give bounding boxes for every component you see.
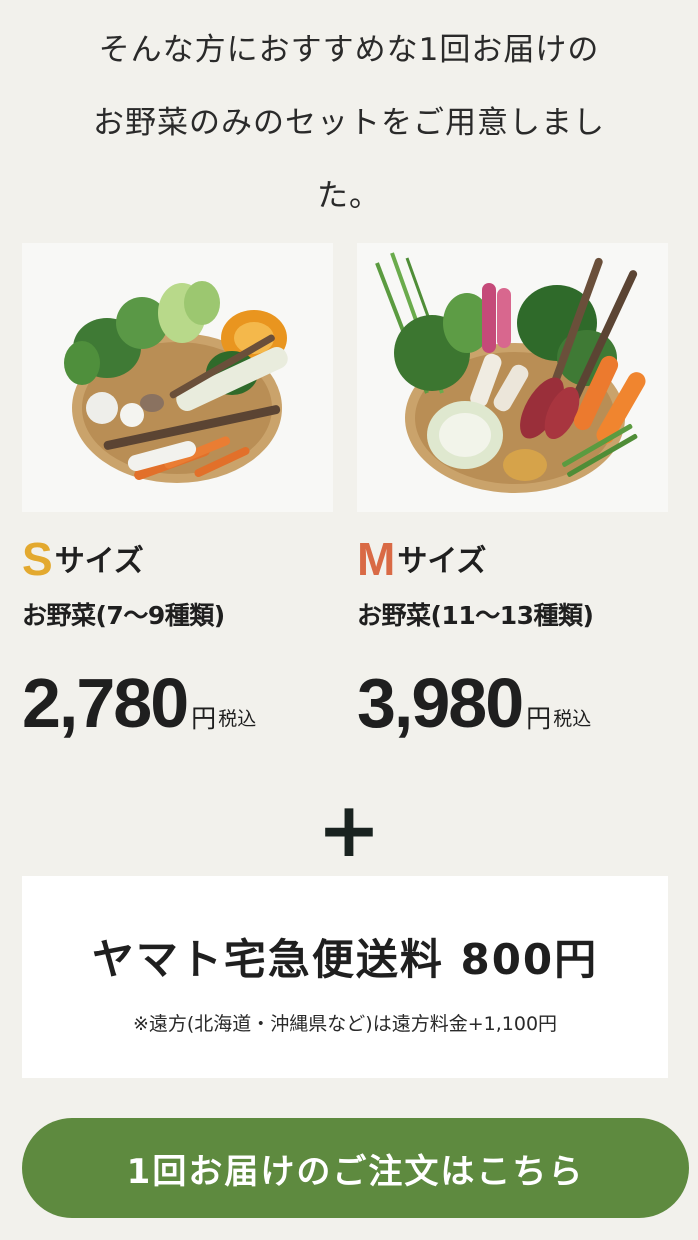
plan-card-m: M サイズ お野菜(11〜13種類) 3,980 円 税込 [357, 243, 668, 740]
vegetable-photo-m [357, 243, 668, 512]
size-title-m: M サイズ [357, 532, 668, 582]
shipping-title: ヤマト宅急便送料 800円 [91, 935, 599, 984]
intro-text: そんな方におすすめな1回お届けの お野菜のみのセットをご用意しまし た。 [0, 14, 698, 233]
intro-line-3: た。 [317, 178, 381, 214]
size-letter-s: S [22, 533, 53, 585]
vegetable-count-s: お野菜(7〜9種類) [22, 601, 225, 630]
intro-line-1: そんな方におすすめな1回お届けの [98, 32, 600, 68]
price-m: 3,980 [357, 664, 524, 742]
size-title-s: S サイズ [22, 532, 333, 582]
vegetable-photo-s [22, 243, 333, 512]
yen-label-s: 円 [191, 704, 217, 733]
size-letter-m: M [357, 533, 396, 585]
size-word-m: サイズ [397, 544, 487, 579]
price-line-s: 2,780 円 税込 [22, 666, 333, 740]
yen-label-m: 円 [526, 704, 552, 733]
order-button[interactable]: 1回お届けのご注文はこちら [22, 1118, 689, 1218]
shipping-box: ヤマト宅急便送料 800円 ※遠方(北海道・沖縄県など)は遠方料金+1,100円 [22, 876, 668, 1078]
plan-card-s: S サイズ お野菜(7〜9種類) 2,780 円 税込 [22, 243, 333, 740]
vegetable-count-m: お野菜(11〜13種類) [357, 601, 594, 630]
size-word-s: サイズ [54, 544, 144, 579]
intro-line-2: お野菜のみのセットをご用意しまし [93, 105, 605, 141]
plus-icon: + [317, 785, 381, 874]
tax-label-s: 税込 [218, 708, 257, 730]
shipping-note: ※遠方(北海道・沖縄県など)は遠方料金+1,100円 [132, 1013, 558, 1035]
tax-label-m: 税込 [553, 708, 592, 730]
price-s: 2,780 [22, 664, 189, 742]
price-line-m: 3,980 円 税込 [357, 666, 668, 740]
